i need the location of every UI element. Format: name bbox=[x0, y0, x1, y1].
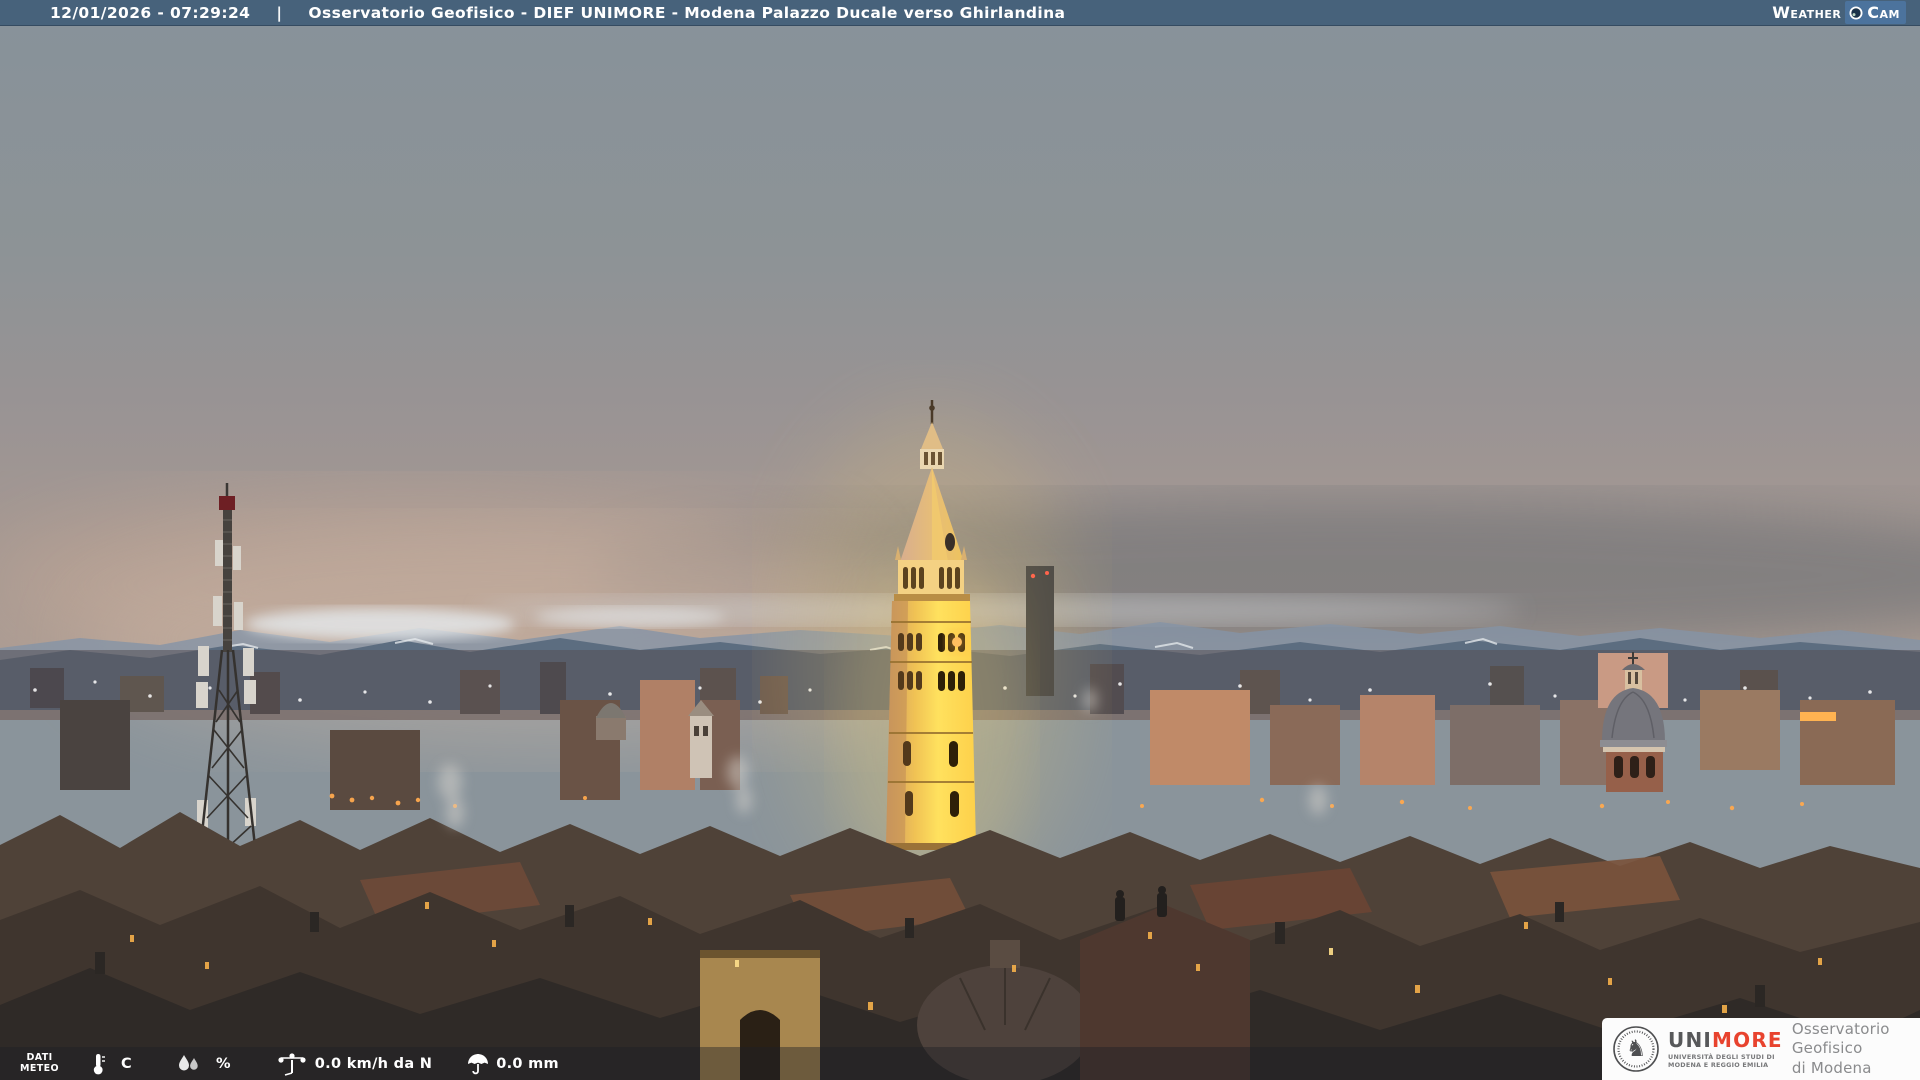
weathercam-cam-label: Cam bbox=[1867, 3, 1900, 22]
temperature-unit: C bbox=[121, 1055, 132, 1072]
knight-on-horseback-seal: ♞ bbox=[1613, 1026, 1659, 1072]
weathercam-badge: Cam bbox=[1845, 1, 1906, 24]
weathercam-logo[interactable]: Weather Cam bbox=[1772, 1, 1906, 24]
university-subtitle-line2: MODENA E REGGIO EMILIA bbox=[1668, 1060, 1769, 1069]
svg-text:♞: ♞ bbox=[1626, 1036, 1647, 1062]
weathercam-weather-label: Weather bbox=[1772, 3, 1842, 22]
umbrella-icon bbox=[468, 1053, 489, 1074]
wind-value: 0.0 km/h da N bbox=[314, 1055, 433, 1072]
unimore-uni: UNI bbox=[1668, 1027, 1713, 1052]
unimore-logo-card[interactable]: ♞ UNIMORE UNIVERSITÀ DEGLI STUDI DI MODE… bbox=[1602, 1018, 1920, 1080]
anemometer-icon bbox=[278, 1052, 306, 1076]
rain-value: 0.0 mm bbox=[496, 1055, 559, 1072]
water-drops-icon bbox=[178, 1054, 198, 1070]
header-info: 12/01/2026 - 07:29:24 | Osservatorio Geo… bbox=[0, 4, 1065, 22]
camera-lens-icon bbox=[1849, 6, 1863, 19]
humidity-unit: % bbox=[215, 1055, 231, 1072]
unimore-wordmark: UNIMORE UNIVERSITÀ DEGLI STUDI DI MODENA… bbox=[1668, 1030, 1783, 1069]
webcam-page: { "header": { "timestamp": "12/01/2026 -… bbox=[0, 0, 1920, 1080]
university-subtitle-line1: UNIVERSITÀ DEGLI STUDI DI bbox=[1668, 1052, 1775, 1061]
header-bar: 12/01/2026 - 07:29:24 | Osservatorio Geo… bbox=[0, 0, 1920, 26]
unimore-more: MORE bbox=[1712, 1027, 1783, 1052]
page-title: Osservatorio Geofisico - DIEF UNIMORE - … bbox=[308, 3, 1066, 22]
observatory-name: Osservatorio Geofisico di Modena bbox=[1792, 1020, 1920, 1079]
observatory-name-line1: Osservatorio Geofisico bbox=[1791, 1019, 1890, 1058]
observatory-name-line2: di Modena bbox=[1791, 1058, 1872, 1077]
header-separator: | bbox=[276, 3, 283, 22]
weather-bar-label: DATI METEO bbox=[20, 1052, 59, 1074]
webcam-scene bbox=[0, 0, 1920, 1080]
timestamp: 12/01/2026 - 07:29:24 bbox=[50, 3, 251, 22]
thermometer-icon bbox=[93, 1053, 105, 1074]
